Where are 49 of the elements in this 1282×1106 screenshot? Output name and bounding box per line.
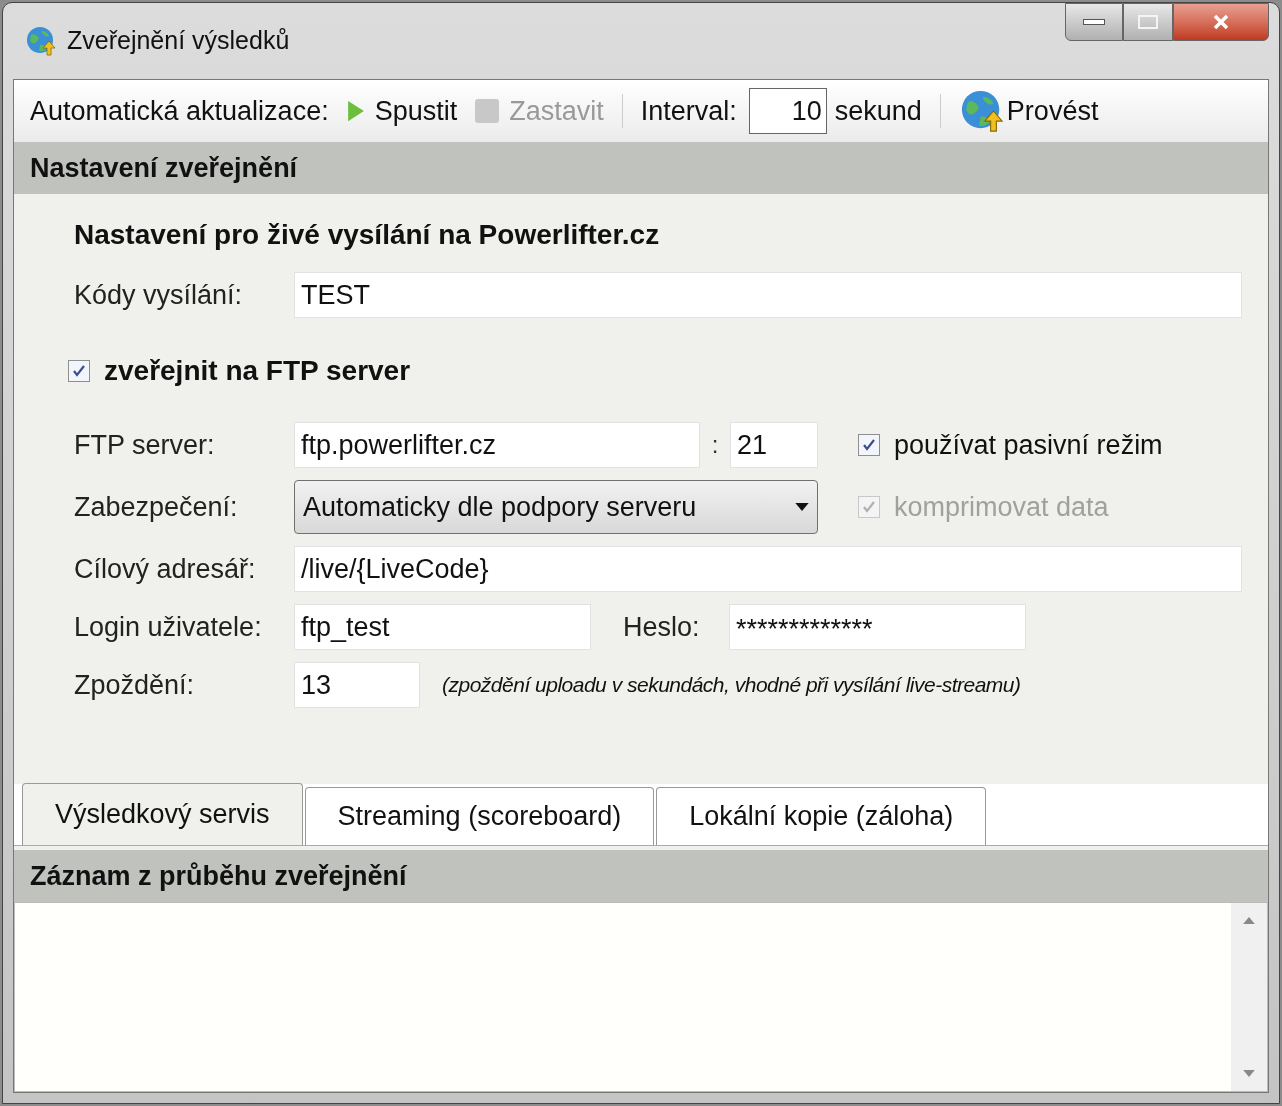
input-field[interactable]: TEST [294, 272, 1242, 318]
scroll-down-icon[interactable] [1243, 1070, 1255, 1077]
tab[interactable]: Lokální kopie (záloha) [656, 787, 987, 845]
run-button[interactable]: Provést [958, 88, 1099, 134]
checkbox-label: používat pasivní režim [894, 428, 1163, 462]
close-button[interactable] [1173, 3, 1269, 41]
globe-upload-icon [25, 25, 57, 57]
tab[interactable]: Výsledkový servis [22, 783, 303, 845]
security-dropdown[interactable]: Automaticky dle podpory serveru [294, 480, 818, 534]
password-field[interactable]: ************* [729, 604, 1026, 650]
port-separator: : [710, 430, 720, 460]
dropdown-caret-icon [795, 503, 809, 511]
input-field[interactable]: 13 [294, 662, 420, 708]
input-field[interactable]: /live/{LiveCode} [294, 546, 1242, 592]
close-icon [1211, 12, 1231, 32]
start-button[interactable]: Spustit [346, 90, 458, 132]
check-icon [71, 363, 87, 379]
checkbox-label: komprimovat data [894, 490, 1109, 524]
stop-icon [475, 99, 500, 123]
hint-text: (zpoždění uploadu v sekundách, vhodné při vysílání live-streamu) [442, 672, 1021, 699]
checkbox[interactable] [68, 360, 90, 382]
scrollbar[interactable] [1231, 903, 1267, 1091]
section-header: Záznam z průběhu zveřejnění [14, 850, 1268, 902]
section-header: Nastavení zveřejnění [14, 142, 1268, 194]
toolbar-label: Automatická aktualizace: [30, 94, 329, 128]
field-label: FTP server: [74, 428, 216, 462]
play-icon [346, 99, 365, 123]
maximize-button[interactable] [1123, 3, 1173, 41]
scroll-up-icon[interactable] [1243, 917, 1255, 924]
port-field[interactable]: 21 [730, 422, 818, 468]
field-label: Zpoždění: [74, 668, 196, 702]
interval-label: Interval: [640, 94, 737, 128]
field-label: Login uživatele: [74, 610, 263, 644]
field-label: Cílový adresář: [74, 552, 257, 586]
checkbox[interactable] [858, 434, 880, 456]
checkbox-label: zveřejnit na FTP server [104, 354, 411, 388]
form-heading: Nastavení pro živé vysílání na Powerlifter.cz [74, 218, 661, 252]
field-label: Zabezpečení: [74, 490, 239, 524]
tab[interactable]: Streaming (scoreboard) [304, 787, 655, 845]
unit-label: sekund [834, 94, 922, 128]
check-icon [861, 499, 877, 515]
interval-field[interactable]: 10 [748, 88, 827, 134]
window-title: Zveřejnění výsledků [67, 25, 290, 57]
field-label: Kódy vysílání: [74, 278, 244, 312]
field-label: Heslo: [622, 610, 701, 644]
check-icon [861, 437, 877, 453]
input-field[interactable]: ftp_test [294, 604, 591, 650]
minimize-button[interactable] [1065, 3, 1123, 41]
input-field[interactable]: ftp.powerlifter.cz [294, 422, 700, 468]
